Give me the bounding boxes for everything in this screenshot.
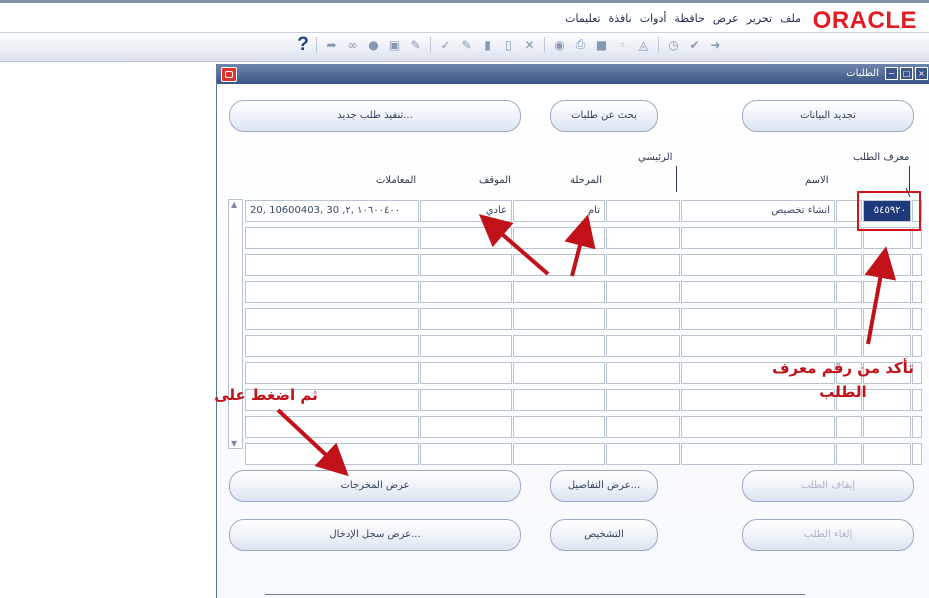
- annotation-arrows: [276, 187, 911, 477]
- arrow-to-status: [478, 214, 550, 276]
- arrow-to-request-id: [864, 246, 897, 345]
- verify-request-id-text: تأكد من رقم معرف الطلب: [772, 359, 914, 401]
- verify-request-id-annotation: تأكد من رقم معرف الطلب: [758, 356, 928, 404]
- arrow-to-phase: [564, 214, 596, 277]
- cursor-mark: [905, 187, 911, 198]
- arrow-to-view-output: [276, 408, 349, 477]
- then-click-annotation: ثم اضغط على: [214, 386, 318, 404]
